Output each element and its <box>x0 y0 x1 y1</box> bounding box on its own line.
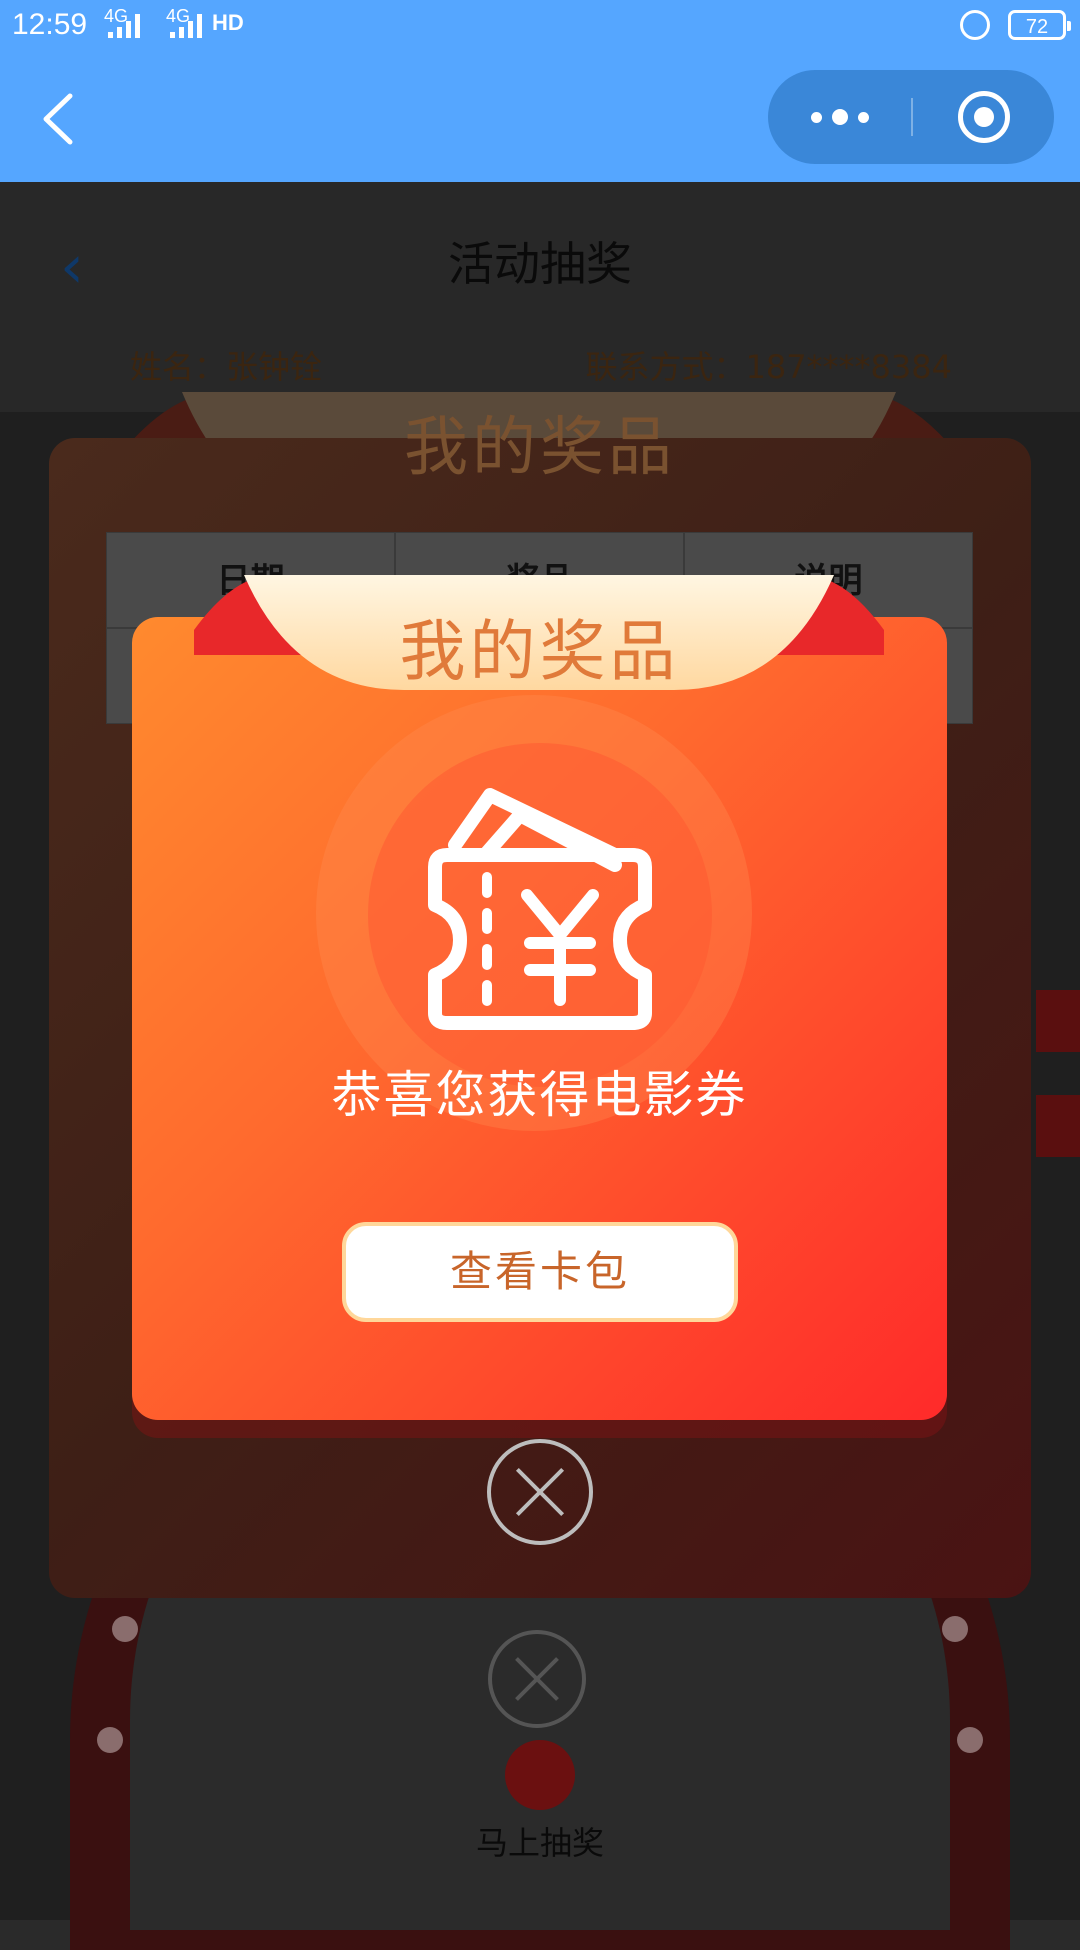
more-dots-icon[interactable] <box>768 70 911 164</box>
background-header: ‹ 活动抽奖 姓名：张钟铨 联系方式：187****8384 <box>0 182 1080 412</box>
user-contact: 联系方式：187****8384 <box>585 348 952 386</box>
view-wallet-button[interactable]: 查看卡包 <box>342 1222 738 1322</box>
signal-icon-2 <box>170 14 202 38</box>
rotation-lock-icon <box>960 10 990 40</box>
wheel-start-icon <box>505 1740 575 1810</box>
wheel-light <box>97 1727 123 1753</box>
background-title: 活动抽奖 <box>448 237 632 291</box>
status-time: 12:59 <box>12 8 88 41</box>
side-tab <box>1036 1095 1080 1157</box>
capsule-menu <box>768 70 1054 164</box>
coupon-yuan-icon <box>428 788 652 1030</box>
prize-list-title: 我的奖品 <box>404 411 676 485</box>
side-tab <box>1036 990 1080 1052</box>
hd-badge: HD <box>212 10 244 35</box>
signal-icon <box>108 14 140 38</box>
wheel-light <box>111 1615 138 1642</box>
user-name: 姓名：张钟铨 <box>130 348 323 386</box>
wheel-light <box>957 1727 983 1753</box>
wheel-light <box>942 1615 969 1642</box>
prize-message: 恭喜您获得电影券 <box>331 1066 748 1124</box>
capsule-divider <box>911 98 913 136</box>
modal-title: 我的奖品 <box>399 613 680 690</box>
wheel-label: 马上抽奖 <box>475 1824 604 1862</box>
chevron-left-icon[interactable] <box>38 92 78 146</box>
battery-indicator: 72 <box>1008 10 1071 40</box>
close-circle-icon[interactable] <box>487 1439 593 1545</box>
mini-program-nav <box>0 56 1080 182</box>
target-circle-icon[interactable] <box>958 91 1010 143</box>
background-close-icon <box>488 1630 586 1728</box>
status-bar: 12:59 4G 4G HD 72 <box>0 0 1080 56</box>
